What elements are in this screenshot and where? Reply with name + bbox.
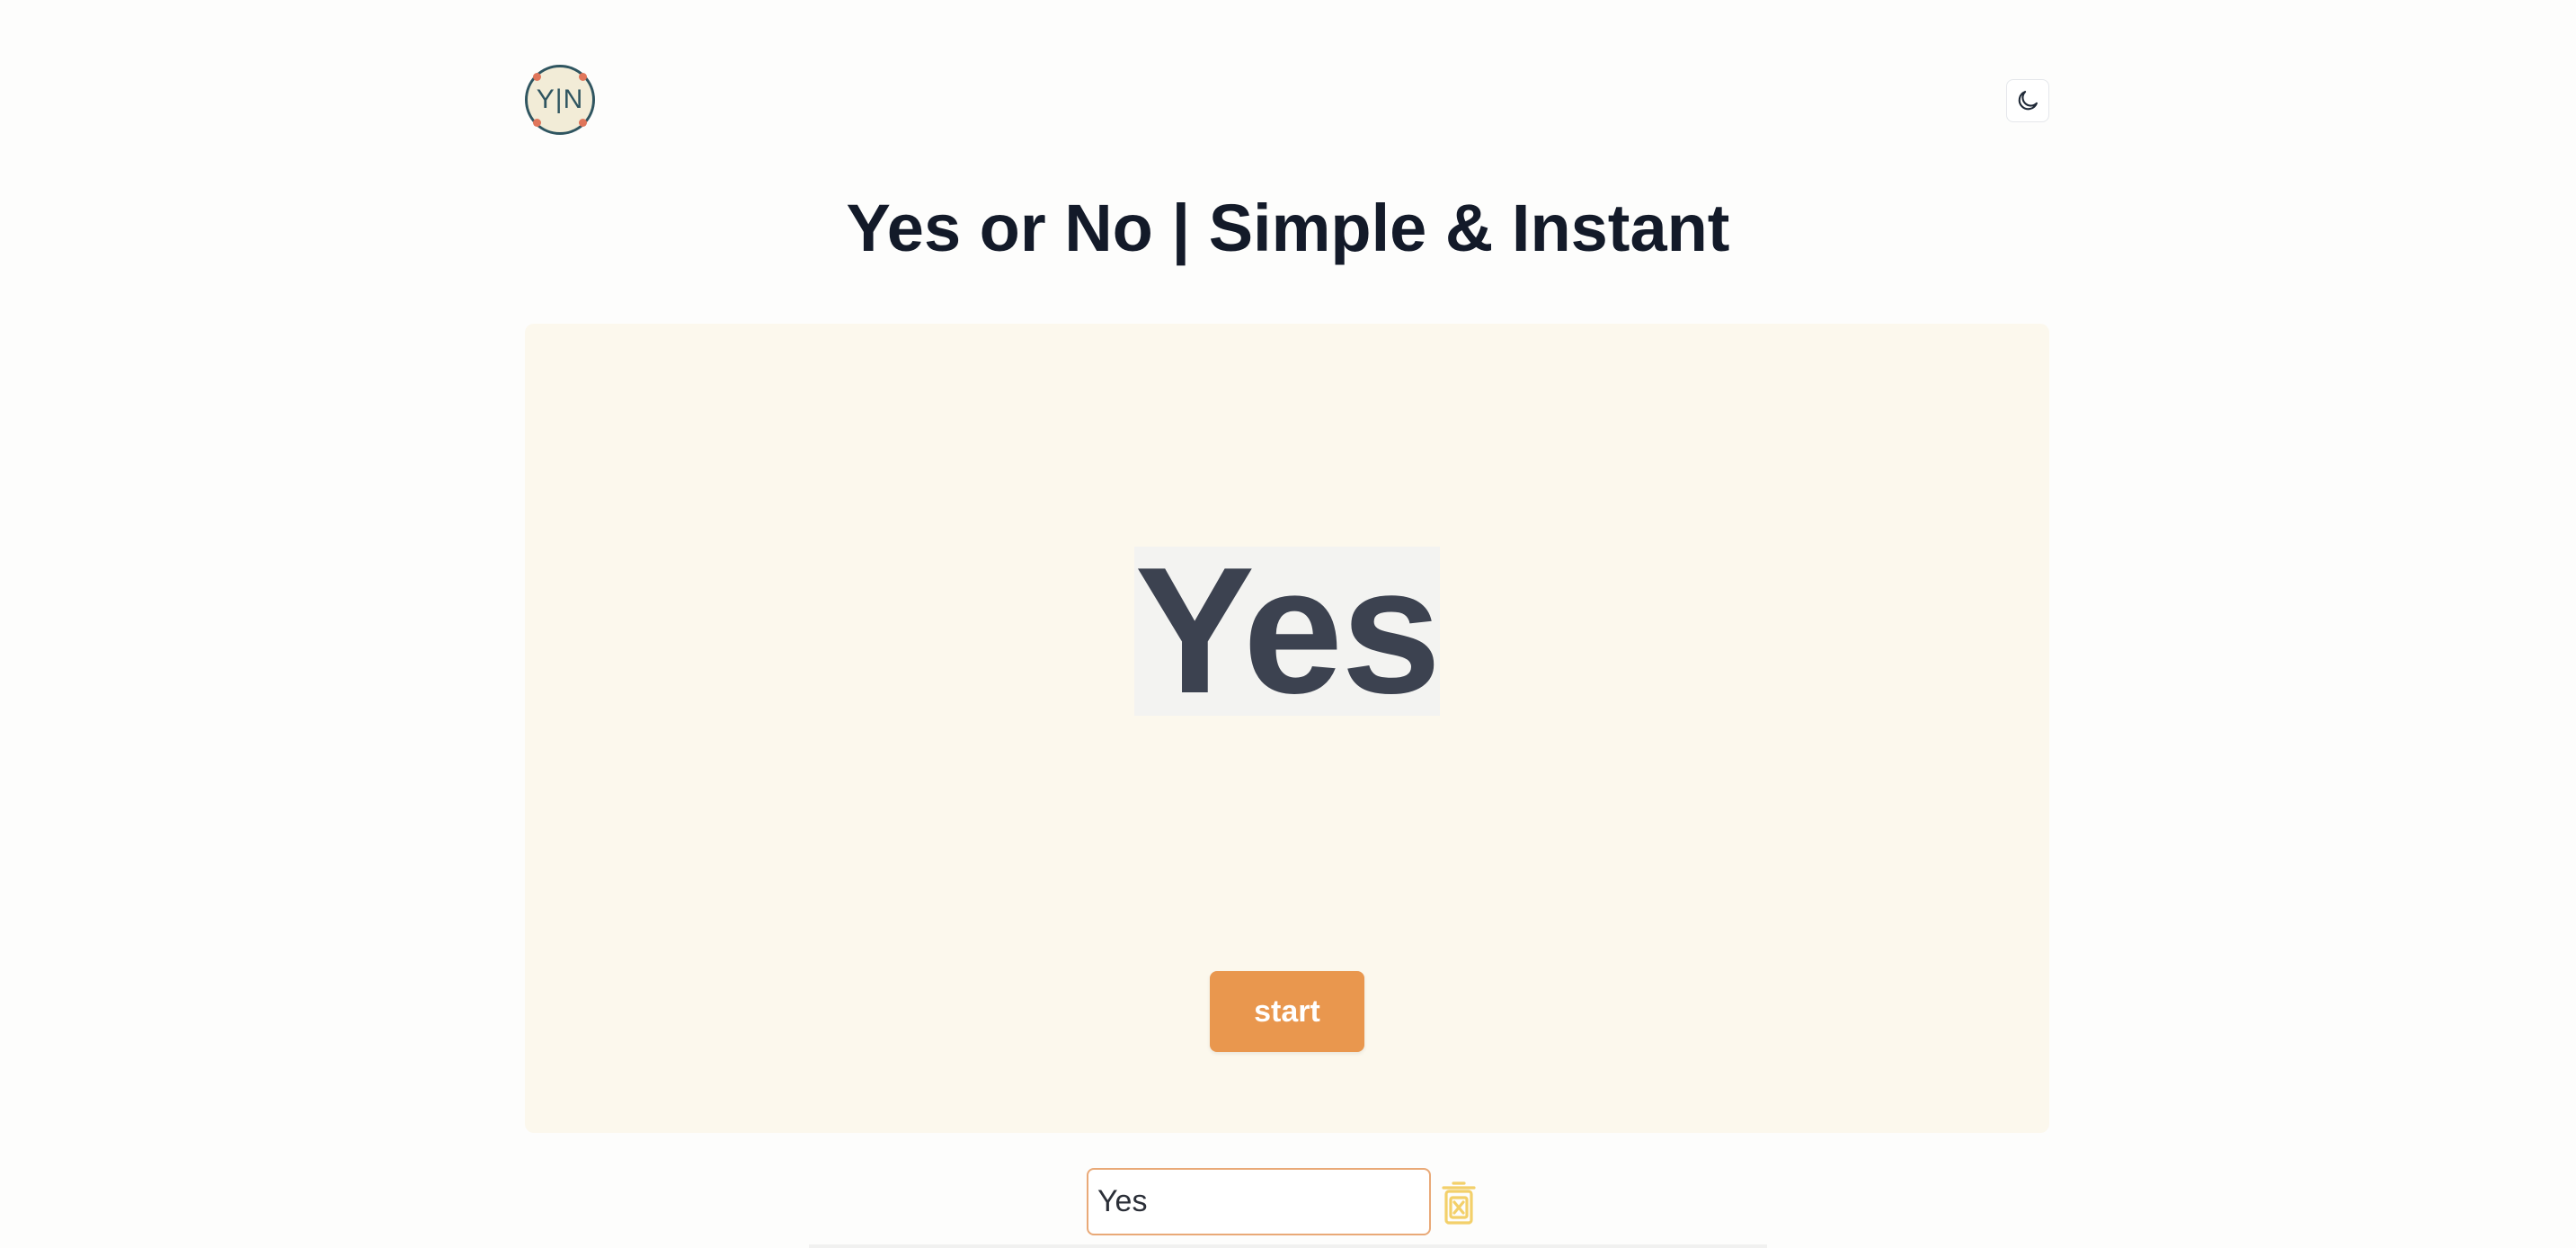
moon-icon	[2018, 91, 2038, 111]
divider	[809, 1244, 1767, 1248]
option-input[interactable]	[1087, 1168, 1431, 1235]
theme-toggle-button[interactable]	[2006, 79, 2049, 122]
logo-dot	[579, 119, 587, 127]
logo-dot	[533, 119, 541, 127]
logo-dot	[533, 73, 541, 81]
site-logo[interactable]: Y|N	[525, 65, 595, 135]
start-button[interactable]: start	[1210, 971, 1364, 1052]
trash-x-icon[interactable]	[1440, 1178, 1478, 1226]
page-title: Yes or No | Simple & Instant	[846, 191, 1730, 265]
answer-display: Yes	[1134, 530, 1441, 731]
logo-dot	[579, 73, 587, 81]
answer-stage: Yes start	[525, 324, 2049, 1133]
logo-text: Y|N	[536, 85, 584, 114]
